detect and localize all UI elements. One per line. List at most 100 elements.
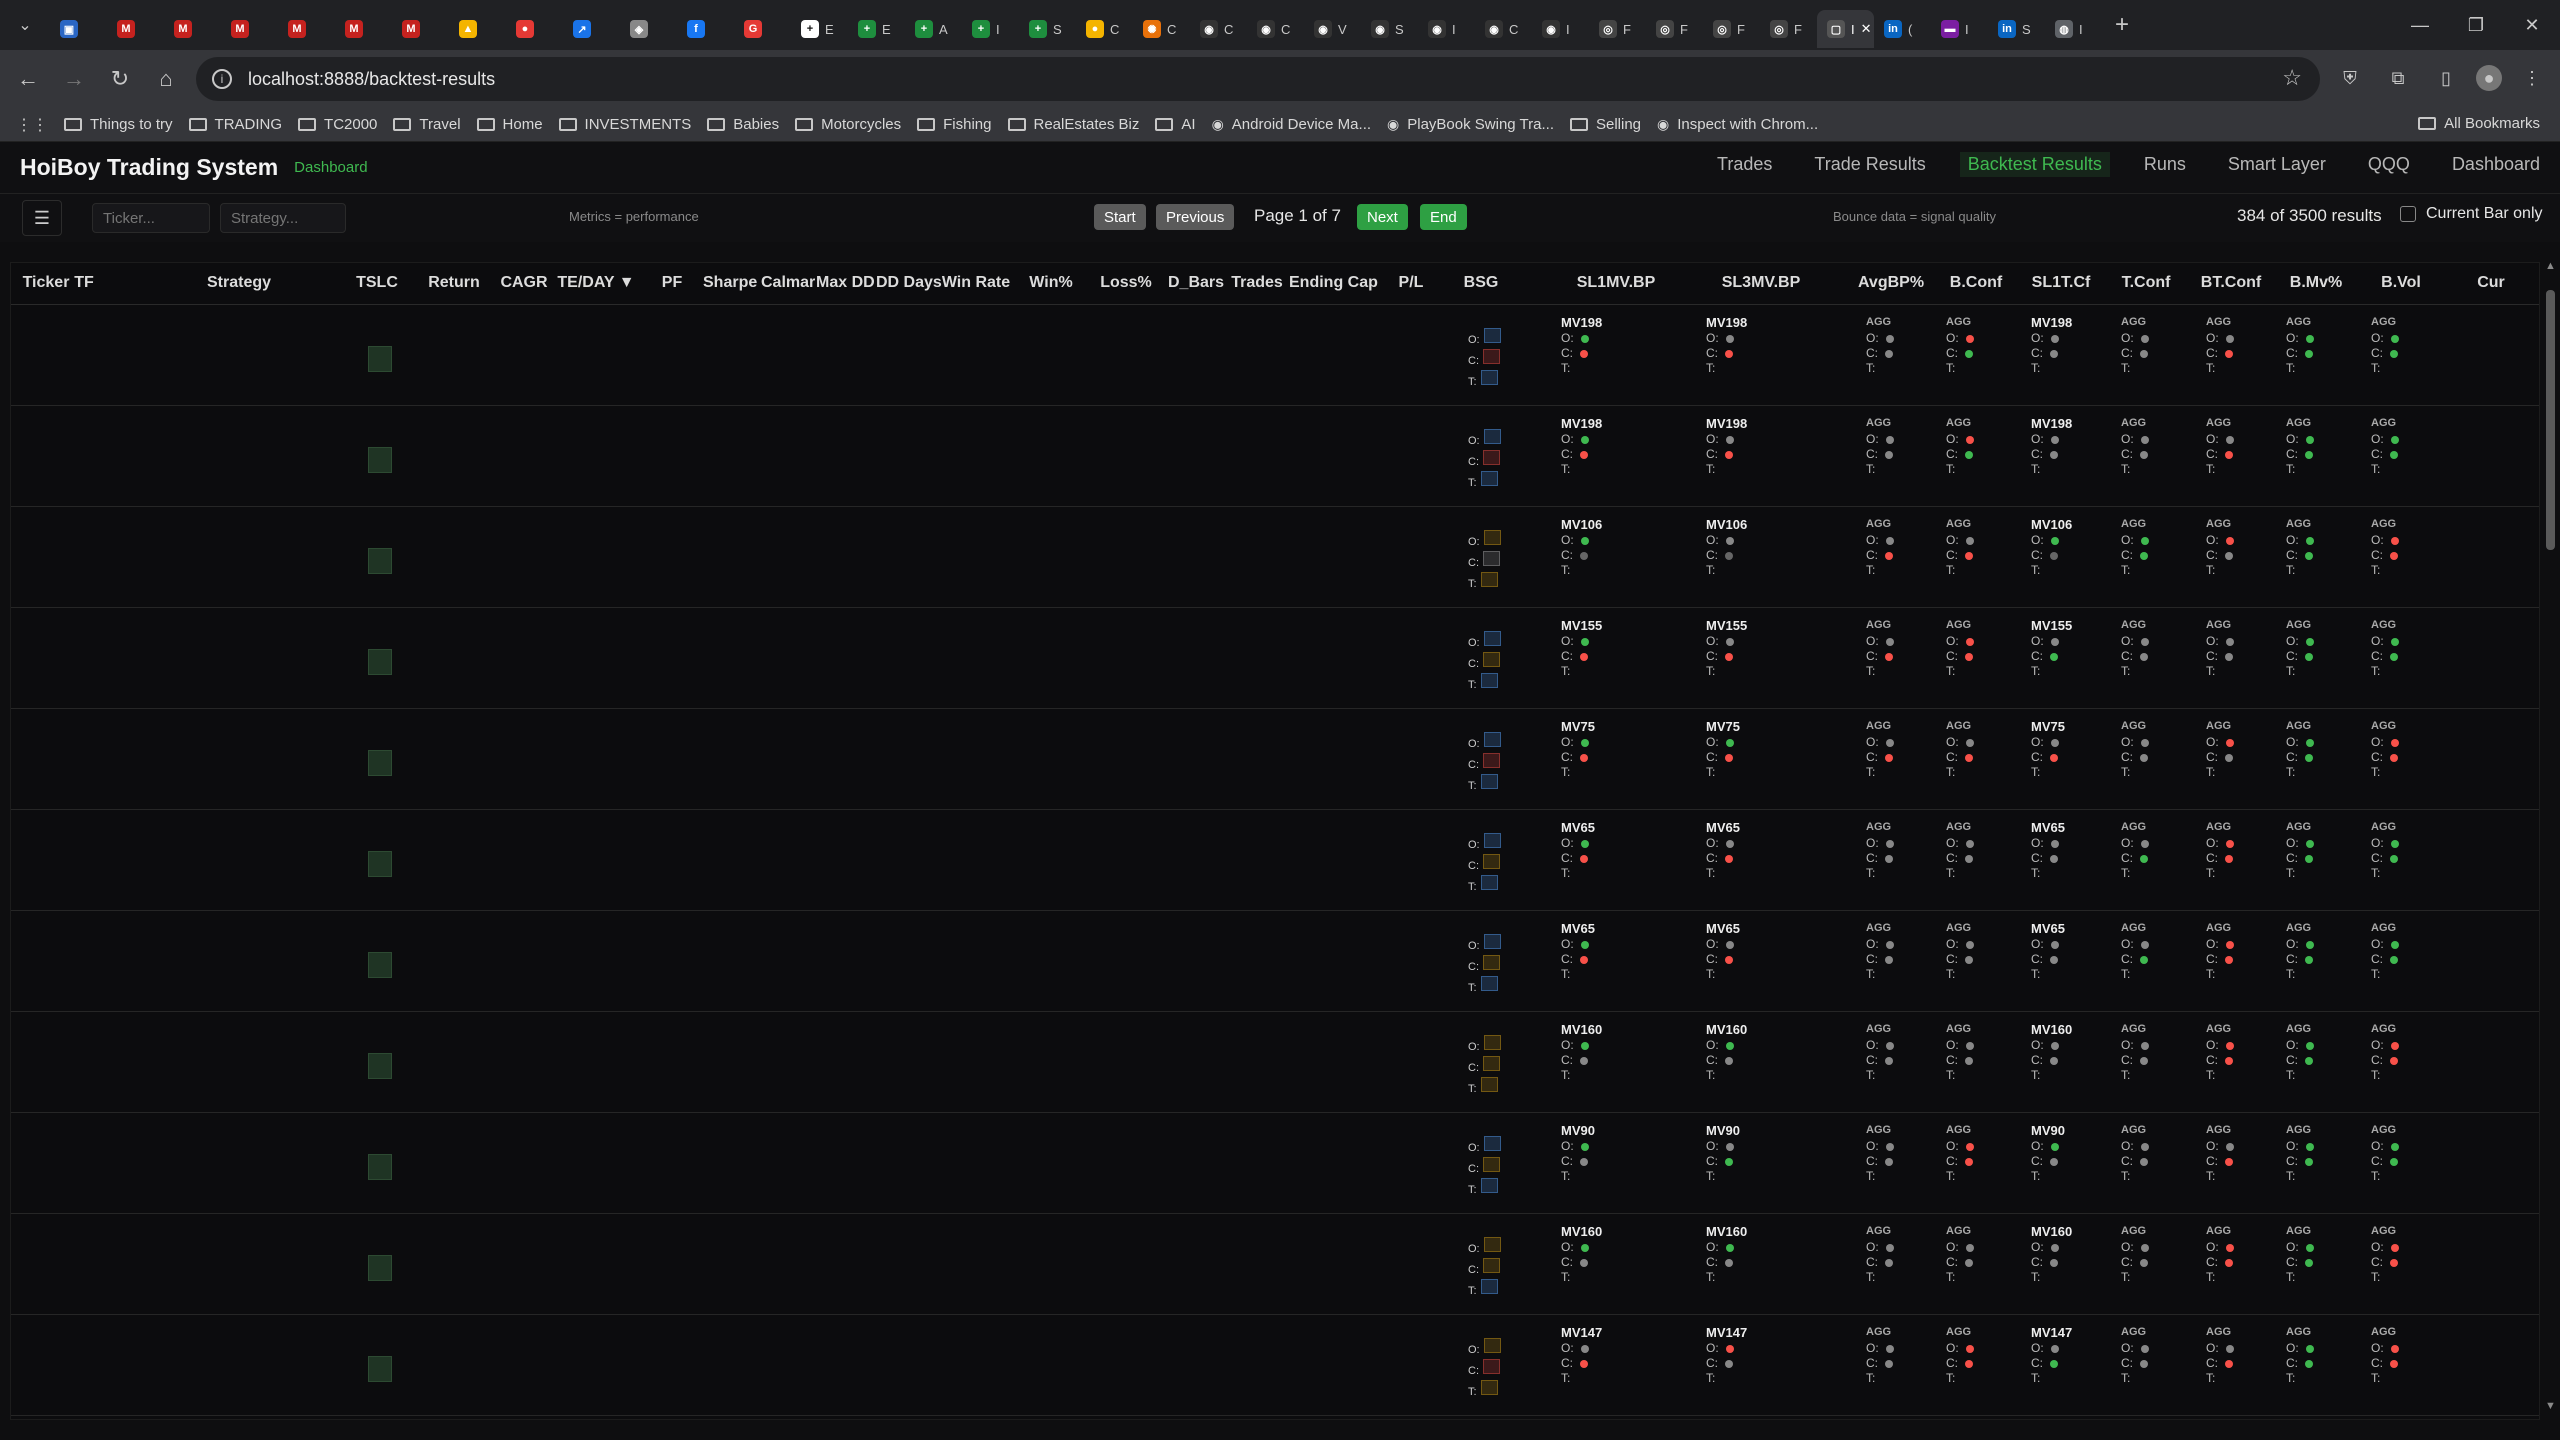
address-bar[interactable]: i localhost:8888/backtest-results ☆ (196, 57, 2320, 101)
col-header[interactable]: TE/DAY ▼ (556, 274, 636, 292)
tab-search-chevron-icon[interactable]: ⌄ (0, 0, 50, 50)
col-header[interactable]: AvgBP% (1846, 274, 1936, 292)
browser-tab[interactable]: M (278, 10, 335, 48)
bookmark-item[interactable]: Fishing (917, 116, 992, 133)
col-header[interactable]: Calmar (761, 274, 815, 292)
browser-tab[interactable]: ● C (1076, 10, 1133, 48)
browser-tab[interactable]: ◎ F (1646, 10, 1703, 48)
ticker-filter-input[interactable] (92, 203, 210, 233)
col-header[interactable]: SL1MV.BP (1546, 274, 1686, 292)
col-header[interactable]: B.Vol (2356, 274, 2446, 292)
col-header[interactable]: TF (59, 274, 109, 292)
browser-menu-icon[interactable]: ⋮ (2514, 60, 2550, 96)
new-tab-plus-icon[interactable]: + (2102, 5, 2142, 45)
browser-tab[interactable]: ▬ I (1931, 10, 1988, 48)
site-info-icon[interactable]: i (212, 69, 232, 89)
bookmark-item[interactable]: TRADING (188, 116, 282, 133)
browser-tab[interactable]: M (107, 10, 164, 48)
sidepanel-icon[interactable]: ▯ (2428, 60, 2464, 96)
browser-tab[interactable]: ◈ (620, 10, 677, 48)
col-header[interactable]: Return (419, 274, 489, 292)
col-header[interactable]: TSLC (356, 274, 398, 292)
browser-tab[interactable]: in S (1988, 10, 2045, 48)
col-header[interactable]: Trades (1229, 274, 1285, 292)
table-row[interactable]: O: C: T: MV198 O: C: T: MV198 O: C: T: AGG O: … (11, 306, 2539, 406)
col-header[interactable]: D_Bars (1168, 274, 1224, 292)
bookmark-item[interactable]: ◉ Inspect with Chrom... (1657, 116, 1818, 133)
col-header[interactable]: CAGR (494, 274, 554, 292)
table-row[interactable]: O: C: T: MV198 O: C: T: MV198 O: C: T: AGG O: … (11, 407, 2539, 507)
table-row[interactable]: O: C: T: MV65 O: C: T: MV65 O: C: T: AGG O: C:… (11, 912, 2539, 1012)
browser-tab[interactable]: ↗ (563, 10, 620, 48)
col-header[interactable]: Cur (2466, 274, 2516, 292)
browser-tab[interactable]: M (164, 10, 221, 48)
browser-tab[interactable]: in ( (1874, 10, 1931, 48)
close-window-icon[interactable]: ✕ (2504, 0, 2560, 50)
reload-icon[interactable]: ↻ (102, 61, 138, 97)
browser-tab[interactable]: G (734, 10, 791, 48)
nav-runs[interactable]: Runs (2144, 154, 2186, 175)
restore-icon[interactable]: ❐ (2448, 0, 2504, 50)
bookmark-item[interactable]: Travel (393, 116, 461, 133)
scrollbar-thumb[interactable] (2546, 290, 2555, 550)
bookmark-item[interactable]: Things to try (64, 116, 173, 133)
table-row[interactable]: O: C: T: MV106 O: C: T: MV106 O: C: T: AGG O: … (11, 508, 2539, 608)
bookmark-item[interactable]: ◉ Android Device Ma... (1212, 116, 1371, 133)
browser-tab[interactable]: ◎ F (1589, 10, 1646, 48)
all-bookmarks[interactable]: All Bookmarks (2418, 115, 2540, 132)
browser-tab[interactable]: ◉ C (1190, 10, 1247, 48)
previous-button[interactable]: Previous (1156, 204, 1235, 230)
tab-close-icon[interactable]: ✕ (1861, 21, 1872, 37)
col-header[interactable]: Strategy (119, 274, 359, 292)
nav-dashboard[interactable]: Dashboard (2452, 154, 2540, 175)
browser-tab[interactable]: ◉ C (1475, 10, 1532, 48)
col-header[interactable]: Sharpe (703, 274, 757, 292)
col-header[interactable]: BT.Conf (2191, 274, 2271, 292)
col-header[interactable]: B.Conf (1941, 274, 2011, 292)
browser-tab[interactable]: ◉ C (1247, 10, 1304, 48)
col-header[interactable]: Win% (1016, 274, 1086, 292)
bookmark-item[interactable]: Motorcycles (795, 116, 901, 133)
back-arrow-icon[interactable]: ← (10, 61, 46, 97)
browser-tab[interactable]: + I (962, 10, 1019, 48)
browser-tab[interactable]: M (392, 10, 449, 48)
browser-tab[interactable]: ▣ (50, 10, 107, 48)
table-row[interactable]: O: C: T: MV90 O: C: T: MV90 O: C: T: AGG O: C:… (11, 1114, 2539, 1214)
bookmark-item[interactable]: AI (1155, 116, 1196, 133)
extensions-puzzle-icon[interactable]: ⧉ (2380, 60, 2416, 96)
nav-backtest-results[interactable]: Backtest Results (1959, 152, 2110, 177)
checkbox[interactable] (2400, 206, 2416, 222)
current-bar-only-toggle[interactable]: Current Bar only (2400, 205, 2543, 223)
browser-tab[interactable]: ▢ I ✕ (1817, 10, 1874, 48)
table-row[interactable]: O: C: T: MV160 O: C: T: MV160 O: C: T: AGG O: … (11, 1215, 2539, 1315)
browser-tab[interactable]: ◍ I (2045, 10, 2102, 48)
url-text[interactable]: localhost:8888/backtest-results (248, 69, 495, 90)
end-button[interactable]: End (1420, 204, 1467, 230)
bookmark-item[interactable]: Home (476, 116, 543, 133)
col-header[interactable]: Loss% (1095, 274, 1157, 292)
browser-tab[interactable]: ◎ F (1760, 10, 1817, 48)
bookmark-item[interactable]: TC2000 (298, 116, 377, 133)
nav-smart-layer[interactable]: Smart Layer (2228, 154, 2326, 175)
app-subtitle[interactable]: Dashboard (294, 159, 367, 176)
home-icon[interactable]: ⌂ (148, 61, 184, 97)
scroll-up-arrow-icon[interactable]: ▲ (2545, 260, 2556, 272)
browser-tab[interactable]: ◎ F (1703, 10, 1760, 48)
col-header[interactable]: SL3MV.BP (1686, 274, 1836, 292)
profile-avatar-icon[interactable]: ● (2476, 65, 2502, 91)
nav-qqq[interactable]: QQQ (2368, 154, 2410, 175)
col-header[interactable]: Max DD (816, 274, 875, 292)
nav-trades[interactable]: Trades (1717, 154, 1772, 175)
vertical-scrollbar[interactable]: ▲ ▼ (2544, 260, 2556, 1420)
col-header[interactable]: DD Days (876, 274, 942, 292)
browser-tab[interactable]: + S (1019, 10, 1076, 48)
col-header[interactable]: P/L (1381, 274, 1441, 292)
browser-tab[interactable]: ▲ (449, 10, 506, 48)
col-header[interactable]: Ending Cap (1289, 274, 1378, 292)
bookmark-item[interactable]: Selling (1569, 116, 1641, 133)
browser-tab[interactable]: M (335, 10, 392, 48)
col-header[interactable]: Win Rate (941, 274, 1011, 292)
col-header[interactable]: T.Conf (2106, 274, 2186, 292)
forward-arrow-icon[interactable]: → (56, 61, 92, 97)
next-button[interactable]: Next (1357, 204, 1408, 230)
